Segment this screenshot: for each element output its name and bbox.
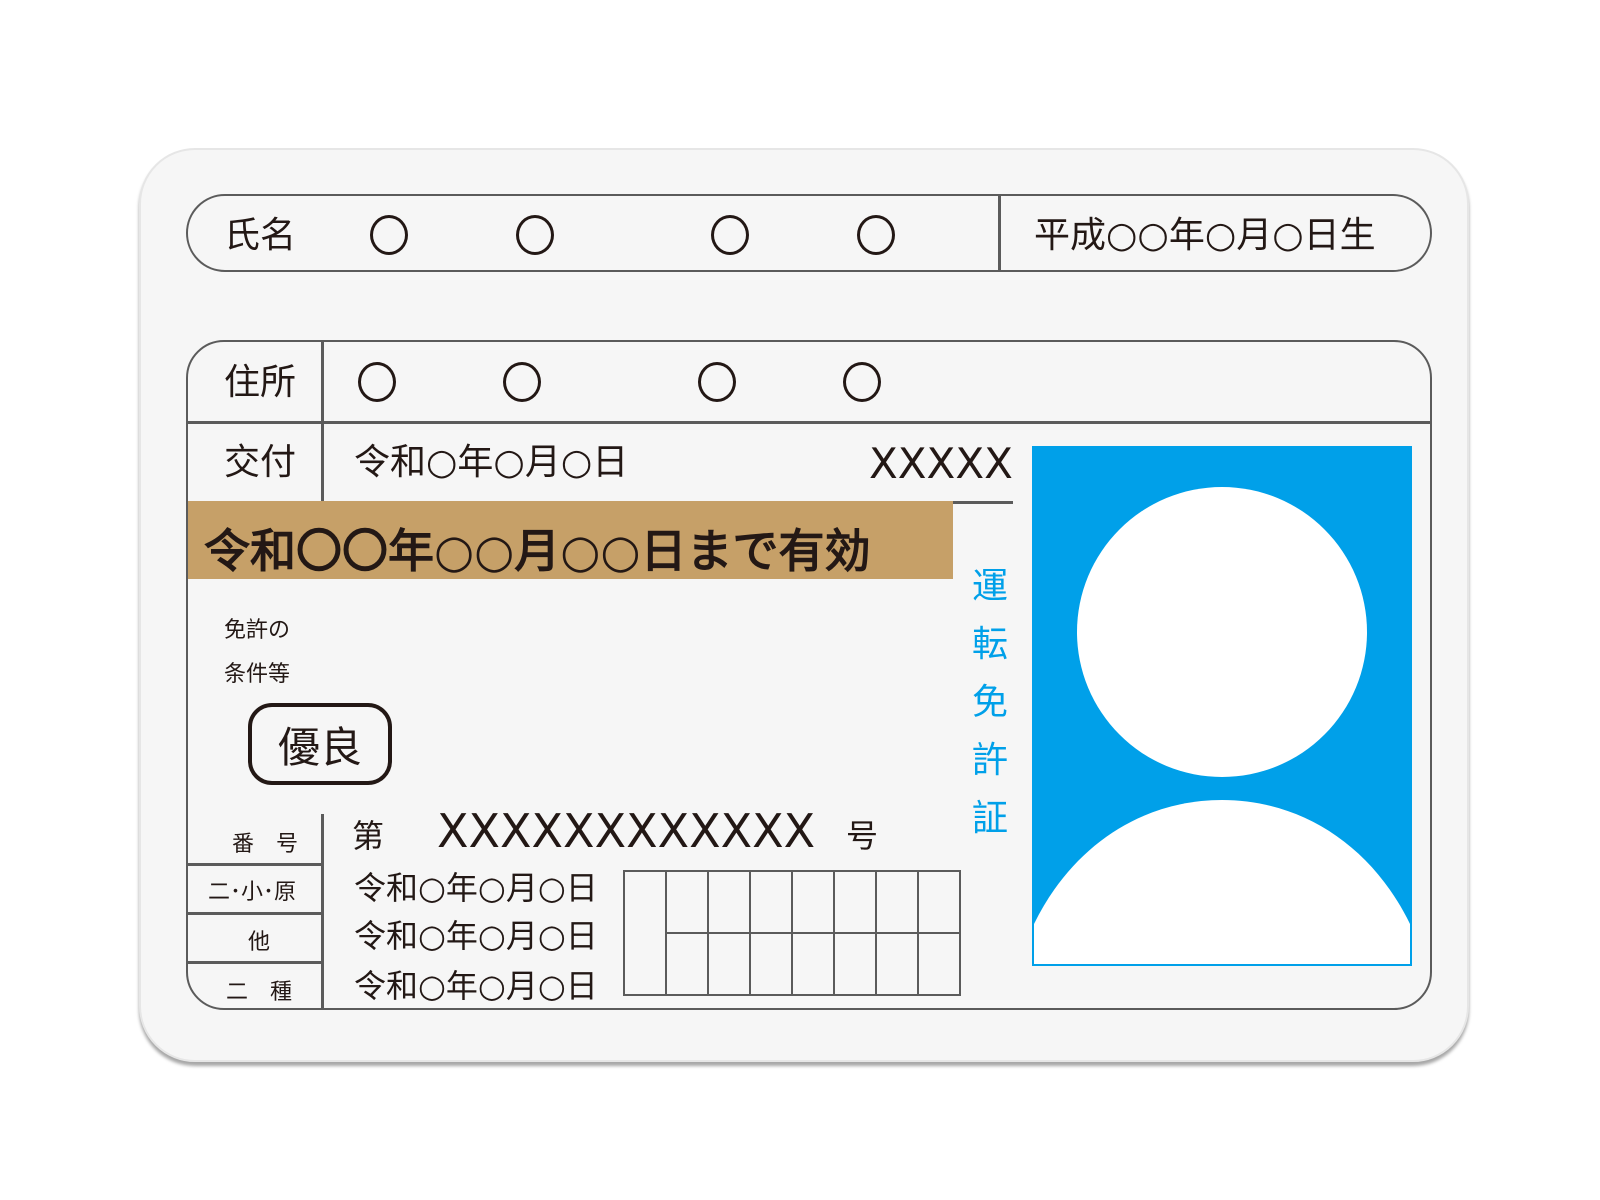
address-circle-2 — [503, 362, 541, 402]
grid-cell — [917, 932, 961, 996]
row-divider-1 — [188, 863, 321, 866]
row-divider-3 — [188, 961, 321, 964]
issue-date: 令和○年○月○日 — [354, 442, 629, 483]
number-suffix: 号 — [846, 817, 879, 855]
category-grid — [623, 870, 961, 996]
grid-cell — [875, 932, 919, 996]
address-circle-1 — [358, 362, 396, 402]
vertical-title-char: 許 — [971, 740, 1008, 781]
grid-cell — [665, 932, 709, 996]
grid-cell — [875, 870, 919, 934]
vertical-title-char: 証 — [971, 798, 1008, 839]
category-label: 二 種 — [226, 980, 293, 1005]
name-circle-1 — [370, 215, 408, 255]
label-col-divider-top — [321, 342, 324, 502]
grid-cell — [833, 932, 877, 996]
grid-cell — [791, 870, 835, 934]
category-date: 令和○年○月○日 — [354, 967, 598, 1005]
name-circle-2 — [516, 215, 554, 255]
issue-label: 交付 — [224, 442, 297, 483]
label-col-divider-bottom — [321, 814, 324, 1008]
category-date: 令和○年○月○日 — [354, 869, 598, 907]
grid-cell — [791, 932, 835, 996]
name-circle-4 — [857, 215, 895, 255]
photo-area — [1032, 446, 1412, 966]
grid-cell — [707, 932, 751, 996]
vertical-title-char: 免 — [971, 682, 1008, 723]
name-row-divider — [998, 194, 1001, 272]
category-label: 二･小･原 — [208, 880, 297, 905]
vertical-title-char: 転 — [971, 624, 1008, 665]
name-label: 氏名 — [224, 215, 297, 256]
number-prefix: 第 — [352, 817, 385, 855]
excellent-driver-badge: 優良 — [248, 703, 392, 785]
vertical-title-char: 運 — [971, 566, 1008, 607]
name-circle-3 — [711, 215, 749, 255]
vertical-title: 運 転 免 許 証 — [968, 558, 1012, 848]
validity-text: 令和〇〇年○○月○○日まで有効 — [204, 524, 871, 578]
grid-cell — [707, 870, 751, 934]
grid-cell — [833, 870, 877, 934]
number-label: 番 号 — [232, 832, 299, 857]
row-divider-2 — [188, 912, 321, 915]
address-label: 住所 — [224, 362, 297, 403]
license-number: XXXXXXXXXXXX — [437, 804, 816, 858]
grid-cell — [665, 870, 709, 934]
address-circle-3 — [698, 362, 736, 402]
conditions-label-2: 条件等 — [224, 662, 291, 687]
conditions-label-1: 免許の — [224, 618, 291, 643]
birth-date: 平成○○年○月○日生 — [1034, 215, 1376, 256]
grid-cell — [749, 932, 793, 996]
category-label: 他 — [248, 930, 271, 955]
address-circle-4 — [843, 362, 881, 402]
category-date: 令和○年○月○日 — [354, 917, 598, 955]
address-divider — [188, 421, 1430, 424]
grid-cell — [749, 870, 793, 934]
issue-code: XXXXX — [869, 439, 1013, 488]
grid-cell — [623, 870, 667, 996]
grid-cell — [917, 870, 961, 934]
